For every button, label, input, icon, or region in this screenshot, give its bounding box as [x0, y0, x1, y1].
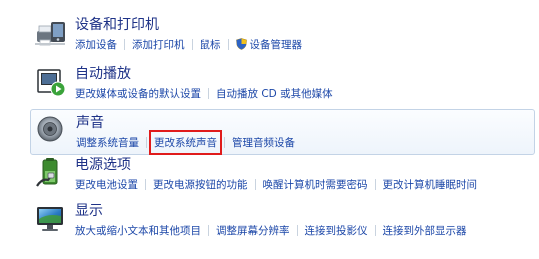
link-screen-resolution[interactable]: 调整屏幕分辨率	[216, 223, 290, 238]
link-device-manager-label: 设备管理器	[249, 38, 303, 51]
category-title-display[interactable]: 显示	[75, 200, 103, 220]
category-title-autoplay[interactable]: 自动播放	[75, 63, 131, 83]
speaker-icon[interactable]	[35, 114, 69, 148]
link-power-button-function[interactable]: 更改电源按钮的功能	[153, 177, 248, 192]
category-sound[interactable]: 声音 调整系统音量 更改系统声音 管理音频设备	[30, 109, 535, 155]
link-separator	[374, 178, 376, 190]
category-power-options: 电源选项 更改电池设置 更改电源按钮的功能 唤醒计算机时需要密码 更改计算机睡眠…	[30, 152, 535, 198]
links-power-options: 更改电池设置 更改电源按钮的功能 唤醒计算机时需要密码 更改计算机睡眠时间	[75, 175, 477, 193]
link-add-printer[interactable]: 添加打印机	[132, 37, 185, 52]
links-autoplay: 更改媒体或设备的默认设置 自动播放 CD 或其他媒体	[75, 84, 333, 102]
display-icon[interactable]	[34, 202, 68, 236]
link-mouse[interactable]: 鼠标	[200, 37, 221, 52]
link-separator	[208, 224, 209, 236]
link-change-media-defaults[interactable]: 更改媒体或设备的默认设置	[75, 86, 201, 101]
link-separator	[254, 178, 256, 190]
link-connect-projector[interactable]: 连接到投影仪	[305, 223, 368, 238]
link-separator	[145, 178, 146, 190]
power-options-icon[interactable]	[34, 156, 68, 190]
autoplay-icon[interactable]	[34, 65, 68, 99]
link-manage-audio-devices[interactable]: 管理音频设备	[232, 135, 295, 150]
links-display: 放大或缩小文本和其他项目 调整屏幕分辨率 连接到投影仪 连接到外部显示器	[75, 221, 467, 239]
link-autoplay-cd[interactable]: 自动播放 CD 或其他媒体	[216, 86, 333, 101]
link-separator	[208, 87, 209, 99]
link-separator	[296, 224, 298, 236]
link-add-device[interactable]: 添加设备	[75, 37, 117, 52]
link-separator	[146, 136, 147, 148]
link-device-manager[interactable]: 设备管理器	[235, 37, 303, 52]
links-devices-printers: 添加设备 添加打印机 鼠标 设备管理器	[75, 35, 302, 53]
link-connect-external-display[interactable]: 连接到外部显示器	[383, 223, 467, 238]
category-devices-printers: 设备和打印机 添加设备 添加打印机 鼠标 设备管理器	[30, 12, 535, 58]
link-change-battery-settings[interactable]: 更改电池设置	[75, 177, 138, 192]
link-adjust-volume[interactable]: 调整系统音量	[76, 135, 139, 150]
links-sound: 调整系统音量 更改系统声音 管理音频设备	[76, 129, 295, 155]
link-separator	[124, 38, 125, 50]
link-change-system-sounds[interactable]: 更改系统声音	[149, 129, 222, 155]
link-change-sleep-time[interactable]: 更改计算机睡眠时间	[383, 177, 478, 192]
link-separator	[374, 224, 376, 236]
uac-shield-icon	[235, 38, 247, 50]
category-title-sound[interactable]: 声音	[76, 112, 104, 132]
category-title-power-options[interactable]: 电源选项	[75, 154, 131, 174]
devices-printers-icon[interactable]	[34, 16, 68, 50]
link-text-size[interactable]: 放大或缩小文本和其他项目	[75, 223, 201, 238]
category-display: 显示 放大或缩小文本和其他项目 调整屏幕分辨率 连接到投影仪 连接到外部显示器	[30, 198, 535, 244]
link-separator	[224, 136, 225, 148]
category-title-devices-printers[interactable]: 设备和打印机	[75, 14, 159, 34]
link-require-password-wake[interactable]: 唤醒计算机时需要密码	[263, 177, 368, 192]
category-autoplay: 自动播放 更改媒体或设备的默认设置 自动播放 CD 或其他媒体	[30, 61, 535, 107]
link-separator	[191, 38, 193, 50]
link-separator	[227, 38, 229, 50]
